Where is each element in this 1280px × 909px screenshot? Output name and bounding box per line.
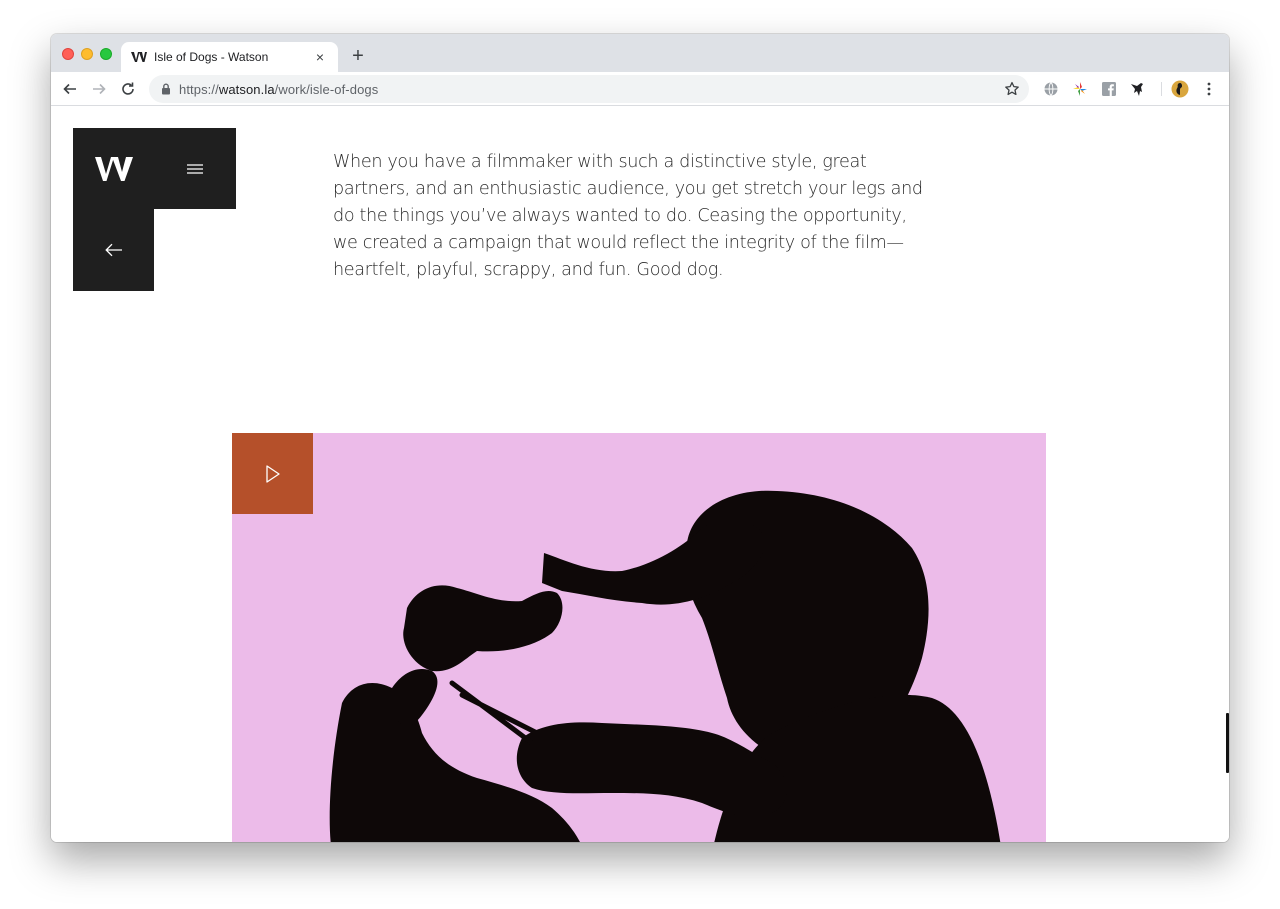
bookmark-star-icon[interactable] — [1003, 80, 1021, 98]
bird-icon[interactable] — [1128, 80, 1146, 98]
url-scheme: https:// — [179, 81, 219, 97]
url-path: /work/isle-of-dogs — [274, 81, 379, 97]
browser-tab[interactable]: Isle of Dogs - Watson × — [121, 42, 338, 72]
play-button[interactable] — [232, 433, 313, 514]
facebook-icon[interactable] — [1100, 80, 1118, 98]
back-button[interactable] — [60, 79, 80, 99]
watson-w-icon — [131, 49, 147, 65]
kebab-menu-icon[interactable] — [1200, 80, 1218, 98]
address-bar[interactable]: https://watson.la/work/isle-of-dogs — [149, 75, 1029, 103]
new-tab-button[interactable]: + — [348, 46, 368, 66]
watson-logo-link[interactable] — [73, 128, 154, 209]
browser-toolbar: https://watson.la/work/isle-of-dogs — [51, 72, 1229, 106]
arrow-back-icon — [63, 83, 76, 95]
forward-button[interactable] — [89, 79, 109, 99]
globe-icon[interactable] — [1042, 80, 1060, 98]
extension-divider — [1161, 82, 1162, 96]
lock-icon — [159, 82, 173, 96]
minimize-window-button[interactable] — [81, 48, 93, 60]
watson-w-logo — [94, 156, 133, 181]
page-viewport: When you have a filmmaker with such a di… — [51, 106, 1229, 842]
reload-icon — [122, 82, 134, 95]
tab-close-icon[interactable]: × — [312, 49, 328, 65]
avatar[interactable] — [1171, 80, 1189, 98]
menu-button[interactable] — [154, 128, 236, 209]
url-host: watson.la — [218, 81, 275, 97]
groomer-silhouette-image — [329, 490, 1001, 842]
reload-button[interactable] — [118, 79, 138, 99]
scrollbar-thumb[interactable] — [1226, 713, 1229, 773]
url-text: https://watson.la/work/isle-of-dogs — [179, 82, 378, 97]
video-player[interactable] — [232, 433, 1046, 842]
intro-paragraph: When you have a filmmaker with such a di… — [333, 152, 923, 280]
arrow-left-icon — [104, 243, 122, 257]
close-window-button[interactable] — [62, 48, 74, 60]
play-icon — [265, 464, 280, 483]
back-arrow-button[interactable] — [73, 209, 154, 291]
arrow-forward-icon — [93, 83, 106, 95]
maximize-window-button[interactable] — [100, 48, 112, 60]
tab-bar: Isle of Dogs - Watson × + — [51, 34, 1229, 72]
tab-title: Isle of Dogs - Watson — [154, 50, 269, 64]
hamburger-icon — [187, 163, 203, 174]
browser-window: Isle of Dogs - Watson × + https://watson… — [51, 34, 1229, 842]
color-wheel-icon[interactable] — [1071, 80, 1089, 98]
